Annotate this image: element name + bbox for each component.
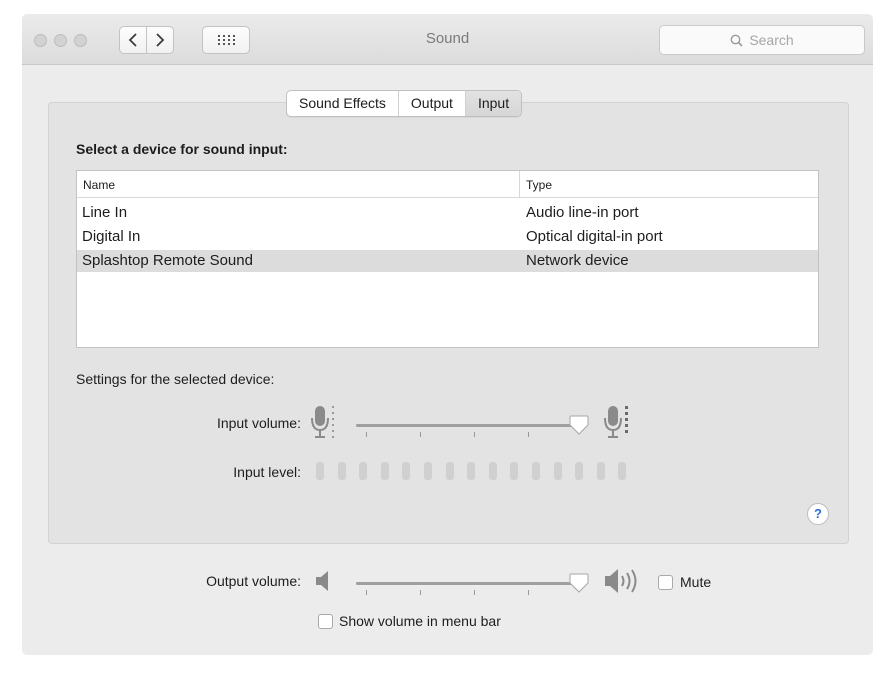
column-header-type[interactable]: Type <box>526 178 552 192</box>
speaker-high-icon <box>605 569 637 593</box>
input-level-segment <box>510 462 519 480</box>
device-type: Audio line-in port <box>526 204 639 221</box>
input-volume-knob[interactable] <box>568 414 590 436</box>
search-placeholder: Search <box>749 32 794 48</box>
tab-sound-effects[interactable]: Sound Effects <box>287 91 399 116</box>
slider-tick <box>474 590 475 595</box>
input-level-label: Input level: <box>233 464 301 480</box>
slider-tick <box>366 432 367 437</box>
microphone-low-icon <box>311 406 334 438</box>
input-level-segment <box>402 462 411 480</box>
mute-checkbox[interactable] <box>658 575 673 590</box>
microphone-high-icon <box>604 406 628 438</box>
column-header-name[interactable]: Name <box>83 178 115 192</box>
sound-preferences-window: Sound Search Sound Effects Output Input … <box>22 14 873 655</box>
output-volume-slider[interactable] <box>356 582 586 585</box>
table-header: Name Type <box>77 171 818 198</box>
input-level-segment <box>532 462 540 480</box>
device-type: Network device <box>526 252 629 269</box>
output-volume-fill <box>356 582 579 585</box>
slider-tick <box>420 432 421 437</box>
input-volume-label: Input volume: <box>216 415 301 431</box>
slider-tick <box>474 432 475 437</box>
title-bar: Sound Search <box>22 14 873 65</box>
device-name: Splashtop Remote Sound <box>82 252 253 269</box>
tab-input[interactable]: Input <box>465 91 522 116</box>
input-level-segment <box>316 462 324 480</box>
slider-tick <box>528 432 529 437</box>
input-level-segment <box>488 462 497 480</box>
tab-bar: Sound Effects Output Input <box>286 90 523 117</box>
speaker-low-icon <box>316 571 328 591</box>
output-volume-label: Output volume: <box>206 573 301 589</box>
mute-label[interactable]: Mute <box>680 574 711 590</box>
input-level-segment <box>359 462 368 480</box>
input-device-table[interactable]: Name Type Line In Audio line-in port Dig… <box>76 170 819 348</box>
input-volume-fill <box>356 424 579 427</box>
input-level-segment <box>424 462 432 480</box>
slider-tick <box>420 590 421 595</box>
slider-tick <box>366 590 367 595</box>
table-row[interactable]: Digital In Optical digital-in port <box>77 226 818 248</box>
tab-output[interactable]: Output <box>399 91 466 116</box>
input-level-segment <box>380 462 389 480</box>
device-type: Optical digital-in port <box>526 228 663 245</box>
table-row[interactable]: Line In Audio line-in port <box>77 202 818 224</box>
help-button[interactable]: ? <box>807 503 829 525</box>
search-icon <box>730 34 743 47</box>
input-level-segment <box>553 462 562 480</box>
input-volume-slider[interactable] <box>356 424 586 427</box>
slider-tick <box>528 590 529 595</box>
input-level-segment <box>445 462 454 480</box>
input-level-segment <box>596 462 605 480</box>
input-level-segment <box>337 462 346 480</box>
device-name: Digital In <box>82 228 141 245</box>
input-level-segment <box>618 462 627 480</box>
input-level-segment <box>575 462 584 480</box>
show-volume-label[interactable]: Show volume in menu bar <box>339 613 501 629</box>
output-volume-knob[interactable] <box>568 572 590 594</box>
table-row-selected[interactable]: Splashtop Remote Sound Network device <box>77 250 818 272</box>
device-list-title: Select a device for sound input: <box>76 141 288 157</box>
show-volume-checkbox[interactable] <box>318 614 333 629</box>
search-field[interactable]: Search <box>659 25 865 55</box>
device-name: Line In <box>82 204 128 221</box>
device-settings-label: Settings for the selected device: <box>76 371 275 387</box>
input-level-segment <box>467 462 476 480</box>
column-divider[interactable] <box>519 171 520 197</box>
